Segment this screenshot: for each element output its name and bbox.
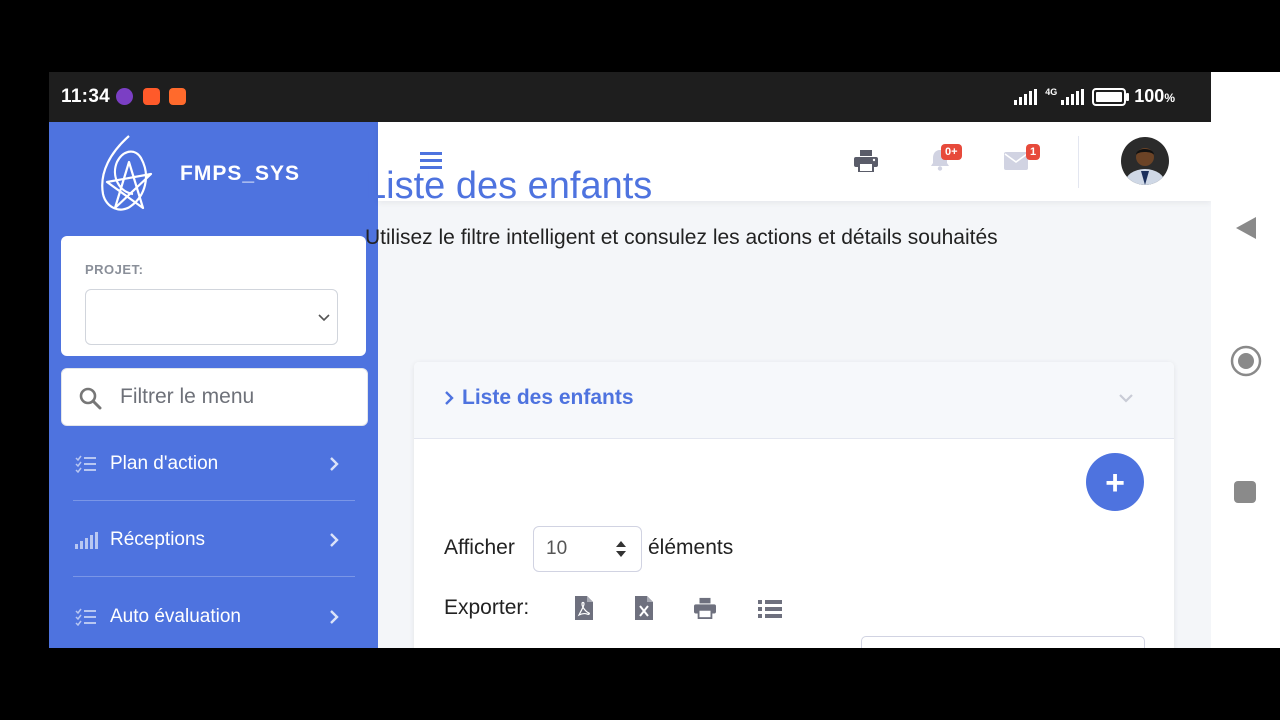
home-icon[interactable] xyxy=(1230,345,1262,377)
status-right: 4G 100% xyxy=(1014,86,1175,107)
letterbox-bottom xyxy=(0,648,1280,720)
upload-notification-icon xyxy=(143,88,160,105)
status-bar: 11:34 4G 100% xyxy=(49,72,1211,122)
project-card: PROJET: xyxy=(61,236,366,356)
android-nav-bar xyxy=(1211,72,1280,648)
notifications-badge: 0+ xyxy=(941,144,962,160)
chevron-right-icon xyxy=(330,610,339,624)
recent-apps-icon[interactable] xyxy=(1234,481,1256,503)
menu-filter-input[interactable] xyxy=(118,381,352,413)
sidebar-item-label: Plan d'action xyxy=(110,453,219,474)
chevron-down-icon[interactable] xyxy=(1118,392,1134,404)
page-length-value: 10 xyxy=(546,538,568,559)
sidebar-item-label: Auto évaluation xyxy=(110,606,241,627)
user-avatar[interactable] xyxy=(1121,137,1169,185)
chevron-right-icon xyxy=(445,391,454,405)
brand-logo-icon xyxy=(101,135,153,211)
list-columns-icon[interactable] xyxy=(758,600,782,618)
card-header[interactable]: Liste des enfants xyxy=(414,362,1174,439)
print-export-icon[interactable] xyxy=(694,597,716,619)
sidebar-item-receptions[interactable]: Réceptions xyxy=(73,501,355,577)
sidebar: FMPS_SYS PROJET: Plan d'action xyxy=(49,122,378,648)
messages-badge: 1 xyxy=(1026,144,1041,160)
print-icon[interactable] xyxy=(854,150,878,172)
sidebar-item-auto-evaluation[interactable]: Auto évaluation xyxy=(73,578,355,648)
network-type: 4G xyxy=(1045,87,1058,97)
sidebar-item-plan-action[interactable]: Plan d'action xyxy=(73,425,355,501)
page-subtitle: Utilisez le filtre intelligent et consul… xyxy=(365,226,998,249)
signal-bars-icon xyxy=(75,532,98,549)
menu-filter xyxy=(61,368,368,426)
add-button[interactable]: + xyxy=(1086,453,1144,511)
notifications-button[interactable]: 0+ xyxy=(930,144,962,176)
project-label: PROJET: xyxy=(85,262,144,277)
export-label: Exporter: xyxy=(444,596,530,619)
brand-name[interactable]: FMPS_SYS xyxy=(180,162,300,186)
page-length-select[interactable]: 10 xyxy=(533,526,642,572)
chevron-down-icon xyxy=(318,314,330,322)
cell-signal-icon xyxy=(1061,88,1085,105)
chevron-right-icon xyxy=(330,457,339,471)
excel-export-icon[interactable] xyxy=(635,596,653,620)
sidebar-item-label: Réceptions xyxy=(110,529,206,550)
battery-level: 100% xyxy=(1134,86,1175,106)
menu-divider xyxy=(73,576,355,577)
search-icon xyxy=(79,387,102,410)
card-title: Liste des enfants xyxy=(462,386,634,409)
list-check-icon xyxy=(75,608,96,626)
sort-arrows-icon xyxy=(616,541,626,557)
pdf-export-icon[interactable] xyxy=(575,596,593,620)
list-check-icon xyxy=(75,455,96,473)
wifi-signal-icon xyxy=(1014,88,1038,105)
children-list-card: Liste des enfants + Afficher 10 éléments… xyxy=(414,362,1174,678)
messages-button[interactable]: 1 xyxy=(1004,144,1041,175)
page-title: Liste des enfants xyxy=(365,165,653,207)
project-select[interactable] xyxy=(85,289,338,345)
battery-icon xyxy=(1092,87,1130,106)
chevron-right-icon xyxy=(330,533,339,547)
video-notification-icon xyxy=(169,88,186,105)
app-notification-icon xyxy=(116,88,133,105)
status-time: 11:34 xyxy=(61,86,111,107)
topbar-divider xyxy=(1078,136,1079,188)
length-suffix: éléments xyxy=(648,536,734,559)
length-label: Afficher xyxy=(444,536,515,559)
envelope-icon xyxy=(1004,152,1028,170)
back-icon[interactable] xyxy=(1235,216,1257,240)
